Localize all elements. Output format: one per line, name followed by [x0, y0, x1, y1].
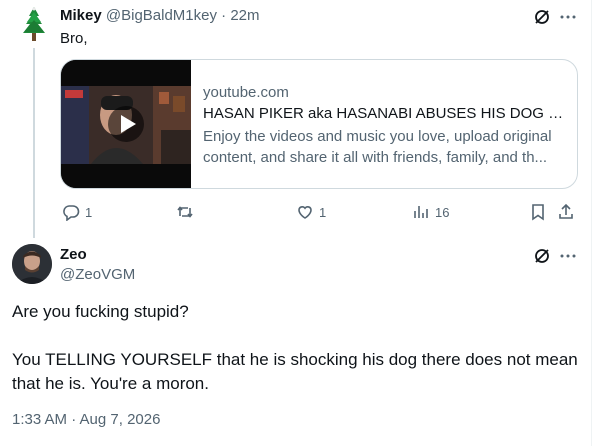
card-domain: youtube.com [203, 84, 289, 101]
views-icon [414, 206, 428, 218]
separator-dot: · [221, 7, 227, 24]
bookmark-button[interactable] [529, 201, 547, 223]
views-button[interactable]: 16 [412, 201, 449, 223]
tweet-paragraph: You TELLING YOURSELF that he is shocking… [12, 350, 578, 393]
card-body: youtube.com HASAN PIKER aka HASANABI ABU… [203, 83, 571, 168]
reply-author-name[interactable]: Mikey [60, 7, 102, 24]
repost-icon [177, 206, 193, 218]
more-icon[interactable] [559, 247, 577, 270]
reply-count: 1 [85, 204, 93, 220]
like-count: 1 [319, 204, 327, 220]
share-button[interactable] [557, 201, 575, 223]
repost-button[interactable] [176, 201, 199, 223]
tweet-timestamp[interactable]: 1:33 AM · Aug 7, 2026 [12, 410, 160, 430]
author-name[interactable]: Zeo [60, 245, 87, 265]
like-icon [298, 206, 312, 219]
tree-avatar-icon[interactable] [20, 6, 48, 46]
play-icon[interactable] [108, 106, 144, 147]
card-description: Enjoy the videos and music you love, upl… [203, 128, 552, 166]
tweet-paragraph: Are you fucking stupid? [12, 302, 189, 321]
more-icon[interactable] [559, 8, 577, 31]
video-thumbnail[interactable] [61, 60, 191, 188]
avatar[interactable] [12, 244, 52, 284]
like-button[interactable]: 1 [296, 201, 326, 223]
reply-time[interactable]: 22m [230, 7, 259, 24]
card-title: HASAN PIKER aka HASANABI ABUSES HIS DOG … [203, 105, 571, 122]
reply-text: Bro, [60, 30, 88, 47]
thread-line [33, 48, 35, 238]
grok-icon[interactable] [533, 8, 551, 31]
reply-button[interactable]: 1 [62, 201, 92, 223]
author-handle[interactable]: @ZeoVGM [60, 265, 135, 285]
reply-author-handle[interactable]: @BigBaldM1key [106, 7, 217, 24]
reply-icon [63, 205, 80, 221]
reply-header: Mikey @BigBaldM1key · 22m [60, 6, 260, 26]
column-divider [591, 0, 592, 446]
views-count: 16 [435, 204, 450, 220]
link-card[interactable]: youtube.com HASAN PIKER aka HASANABI ABU… [60, 59, 578, 189]
grok-icon[interactable] [533, 247, 551, 270]
share-icon [559, 203, 573, 219]
bookmark-icon [532, 204, 544, 221]
tweet-text: Are you fucking stupid? You TELLING YOUR… [12, 300, 587, 420]
